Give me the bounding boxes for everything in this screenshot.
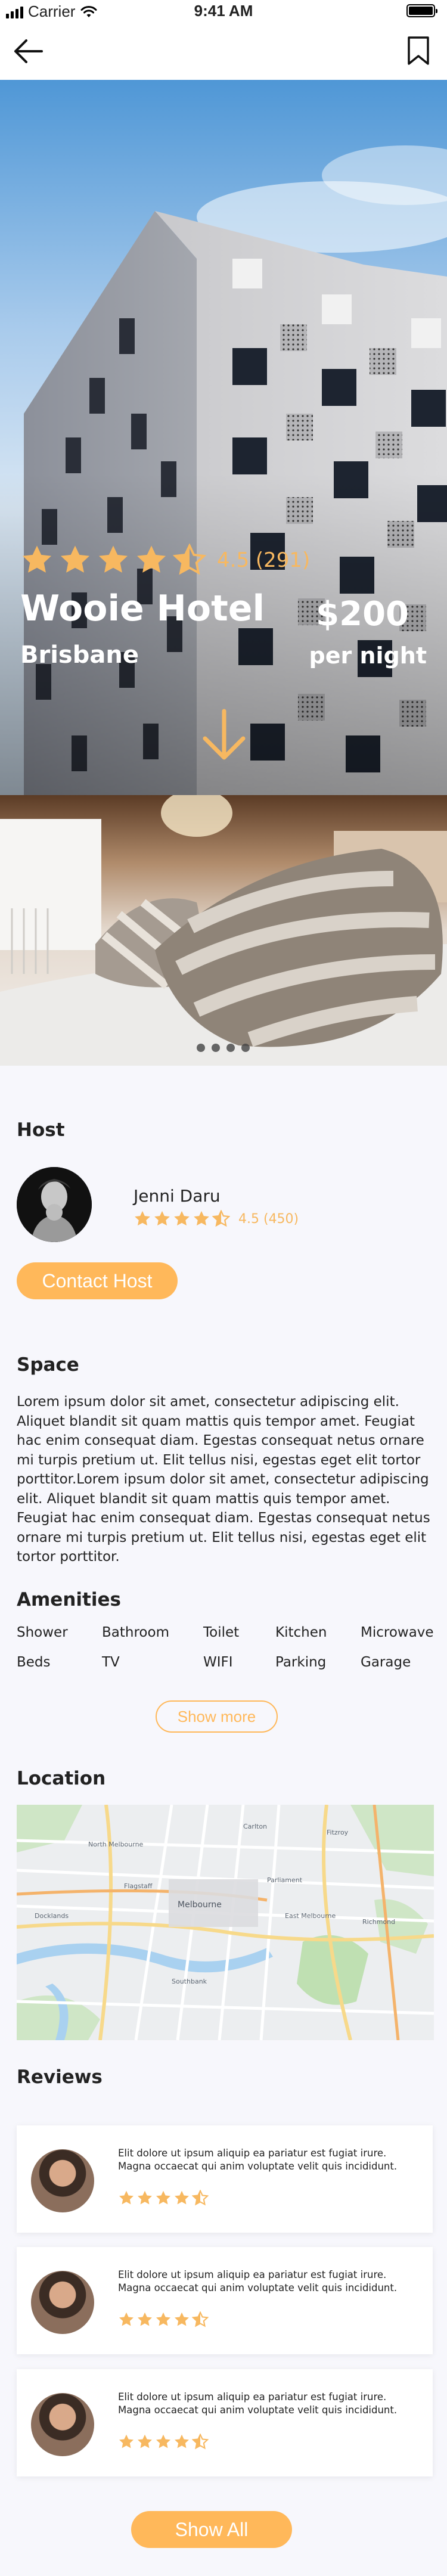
star-icon xyxy=(119,2190,134,2205)
map-label: Docklands xyxy=(35,1912,69,1920)
location-section-title: Location xyxy=(17,1768,106,1789)
map-label: North Melbourne xyxy=(88,1841,144,1848)
room-photo xyxy=(0,795,447,1066)
map-label: Parliament xyxy=(267,1876,303,1884)
host-avatar[interactable] xyxy=(17,1167,92,1242)
show-more-button[interactable]: Show more xyxy=(156,1700,278,1733)
star-icon xyxy=(174,2190,190,2205)
star-icon xyxy=(156,2434,171,2448)
star-icon xyxy=(22,545,52,573)
gallery-dot[interactable] xyxy=(226,1044,235,1052)
amenity-item: Beds xyxy=(17,1655,51,1670)
review-card: Elit dolore ut ipsum aliquip ea pariatur… xyxy=(17,2369,433,2476)
star-icon xyxy=(137,2434,153,2448)
space-section-title: Space xyxy=(17,1354,79,1376)
star-half-icon xyxy=(192,2190,209,2206)
map-label: Southbank xyxy=(172,1978,207,1985)
star-icon xyxy=(137,2190,153,2205)
host-name: Jenni Daru xyxy=(134,1186,221,1206)
hero-shade xyxy=(0,80,447,795)
review-text: Elit dolore ut ipsum aliquip ea pariatur… xyxy=(118,2147,398,2172)
amenities-section-title: Amenities xyxy=(17,1589,121,1610)
star-icon xyxy=(60,545,90,573)
star-icon xyxy=(174,2434,190,2448)
host-photo xyxy=(17,1167,92,1242)
amenities-list: Shower Bathroom Toilet Kitchen Microwave… xyxy=(17,1625,446,1670)
status-bar: Carrier 9:41 AM xyxy=(0,0,447,21)
map-label: Flagstaff xyxy=(124,1882,153,1890)
show-all-reviews-button[interactable]: Show All xyxy=(131,2511,292,2548)
review-stars xyxy=(118,2311,209,2328)
gallery-dots xyxy=(197,1044,250,1052)
gallery-dot[interactable] xyxy=(197,1044,205,1052)
star-icon xyxy=(174,1211,190,1226)
host-section-title: Host xyxy=(17,1119,65,1141)
hotel-stars xyxy=(20,544,206,577)
star-half-icon xyxy=(212,1210,230,1227)
status-time: 9:41 AM xyxy=(194,2,253,20)
amenity-item: Toilet xyxy=(203,1625,240,1640)
star-icon xyxy=(174,2312,190,2326)
host-rating-text: 4.5 (450) xyxy=(238,1211,299,1227)
map-label: Carlton xyxy=(243,1823,267,1830)
arrow-down-icon[interactable] xyxy=(200,709,248,762)
reviewer-avatar[interactable] xyxy=(31,2271,94,2334)
star-icon xyxy=(156,2312,171,2326)
star-icon xyxy=(156,2190,171,2205)
host-stars xyxy=(134,1210,230,1228)
map-label: Melbourne xyxy=(178,1900,222,1910)
amenity-item: TV xyxy=(102,1655,120,1670)
hotel-rating: 4.5 (291) xyxy=(20,544,310,577)
star-icon xyxy=(119,2312,134,2326)
hotel-city: Brisbane xyxy=(20,641,139,669)
map-graphic: Melbourne Docklands Southbank Carlton Fi… xyxy=(17,1805,434,2040)
hotel-name: Wooie Hotel xyxy=(20,588,265,629)
nav-bar xyxy=(0,21,447,80)
hotel-price-unit: per night xyxy=(309,643,427,669)
review-card: Elit dolore ut ipsum aliquip ea pariatur… xyxy=(17,2247,433,2354)
review-text: Elit dolore ut ipsum aliquip ea pariatur… xyxy=(118,2269,398,2293)
star-icon xyxy=(135,1211,150,1226)
star-icon xyxy=(98,545,128,573)
space-description: Lorem ipsum dolor sit amet, consectetur … xyxy=(17,1394,430,1565)
contact-host-button[interactable]: Contact Host xyxy=(17,1262,178,1299)
location-map[interactable]: Melbourne Docklands Southbank Carlton Fi… xyxy=(17,1805,434,2040)
star-icon xyxy=(137,2312,153,2326)
bookmark-icon[interactable] xyxy=(406,36,430,66)
reviews-section-title: Reviews xyxy=(17,2066,103,2088)
map-label: Richmond xyxy=(362,1918,395,1926)
gallery-dot[interactable] xyxy=(212,1044,220,1052)
review-stars xyxy=(118,2434,209,2450)
hotel-hero-image: 4.5 (291) Wooie Hotel Brisbane $200 per … xyxy=(0,80,447,795)
star-icon xyxy=(194,1211,209,1226)
reviewer-avatar[interactable] xyxy=(31,2149,94,2212)
star-icon xyxy=(136,545,166,573)
amenity-item: Shower xyxy=(17,1625,68,1640)
star-icon xyxy=(154,1211,170,1226)
host-rating: 4.5 (450) xyxy=(134,1210,299,1228)
arrow-left-icon[interactable] xyxy=(13,38,44,64)
map-label: Fitzroy xyxy=(327,1829,349,1836)
amenity-item: WIFI xyxy=(203,1655,233,1670)
review-stars xyxy=(118,2190,209,2206)
amenity-item: Garage xyxy=(361,1655,411,1670)
star-half-icon xyxy=(192,2311,209,2327)
hotel-rating-text: 4.5 (291) xyxy=(217,548,311,572)
room-gallery[interactable] xyxy=(0,795,447,1066)
review-text: Elit dolore ut ipsum aliquip ea pariatur… xyxy=(118,2391,398,2416)
map-label: East Melbourne xyxy=(285,1912,336,1920)
star-icon xyxy=(119,2434,134,2448)
gallery-dot[interactable] xyxy=(241,1044,250,1052)
amenity-item: Bathroom xyxy=(102,1625,169,1640)
review-card: Elit dolore ut ipsum aliquip ea pariatur… xyxy=(17,2125,433,2233)
star-half-icon xyxy=(173,544,206,575)
amenity-item: Kitchen xyxy=(275,1625,327,1640)
amenity-item: Parking xyxy=(275,1655,327,1670)
star-half-icon xyxy=(192,2434,209,2450)
reviewer-avatar[interactable] xyxy=(31,2393,94,2456)
battery-icon xyxy=(406,4,437,17)
amenity-item: Microwave xyxy=(361,1625,434,1640)
hotel-price: $200 xyxy=(316,595,409,634)
